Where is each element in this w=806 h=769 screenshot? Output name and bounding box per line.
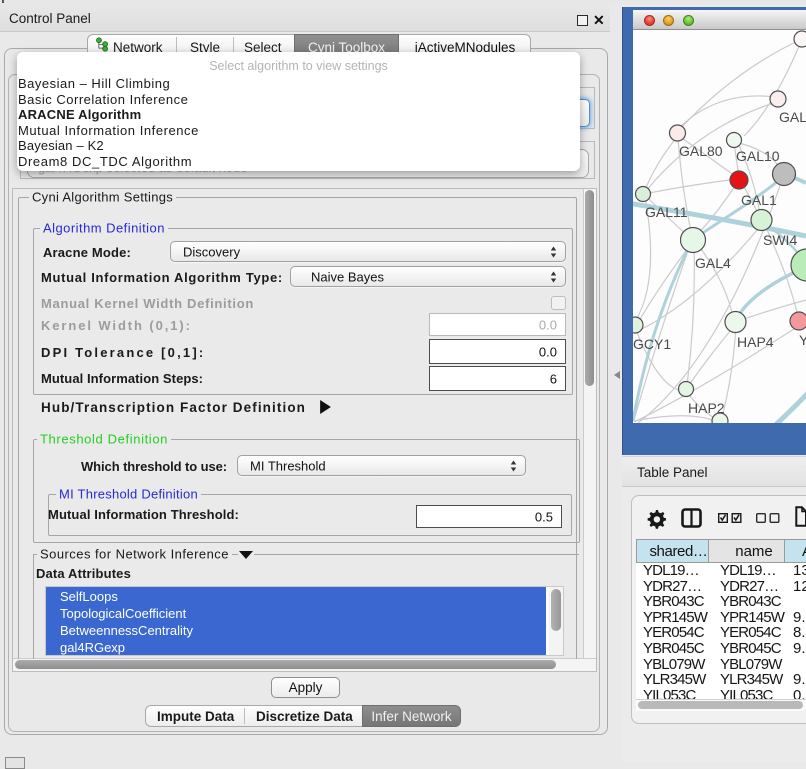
svg-text:HAP2: HAP2 [688,400,725,416]
svg-text:GAL10: GAL10 [736,148,780,164]
svg-text:GAL11: GAL11 [645,204,688,220]
svg-text:SWI4: SWI4 [763,232,797,248]
svg-text:Y: Y [799,332,806,348]
svg-text:GAL4: GAL4 [695,255,731,271]
svg-text:HAP4: HAP4 [737,334,774,350]
svg-text:GAL: GAL [779,109,806,125]
svg-text:GCY1: GCY1 [633,336,671,352]
svg-text:GAL80: GAL80 [679,143,723,159]
svg-text:GAL1: GAL1 [741,192,777,208]
